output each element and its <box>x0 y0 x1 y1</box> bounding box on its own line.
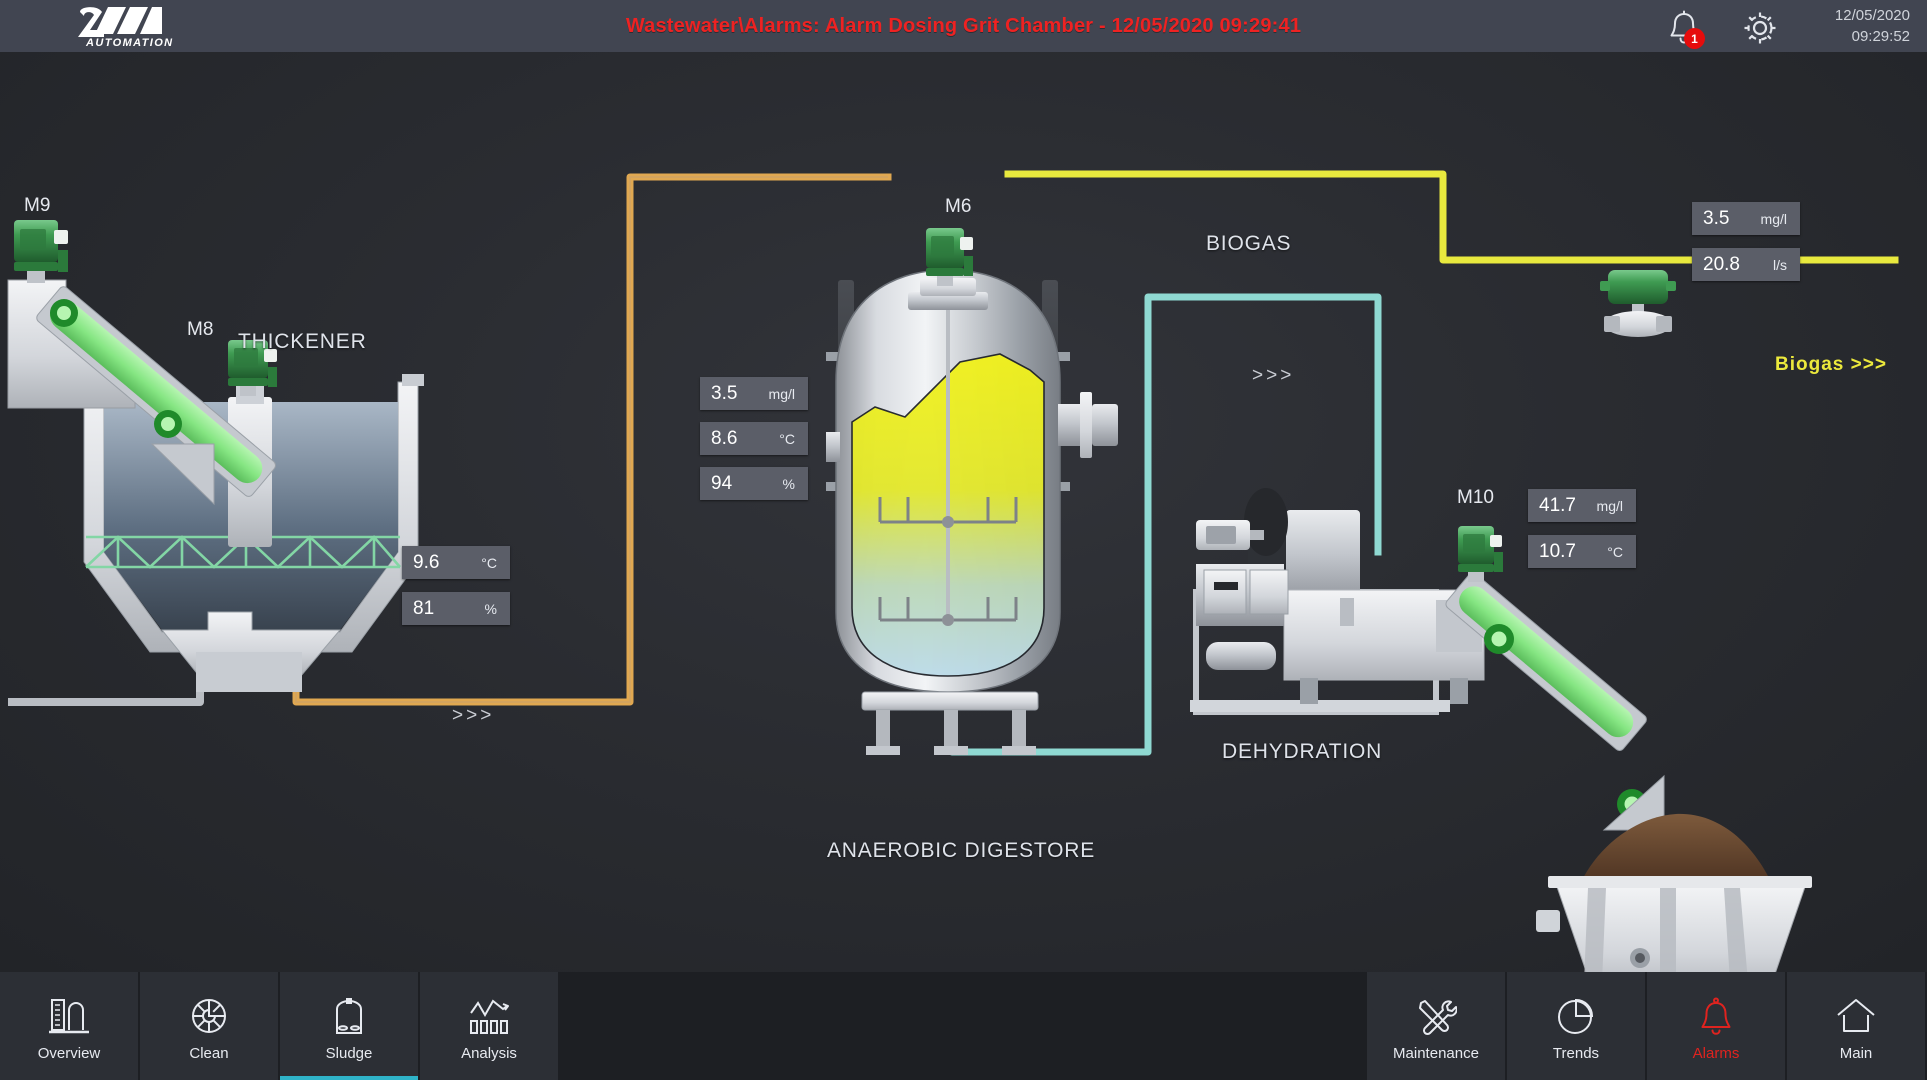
readout-unit: mg/l <box>768 385 795 402</box>
nav-label: Alarms <box>1692 1044 1740 1062</box>
readout-value: 8.6 <box>711 427 738 449</box>
nav-item-trends[interactable]: Trends <box>1507 972 1645 1080</box>
nav-right-group: Maintenance Trends Alarms Main <box>1367 972 1927 1080</box>
readout-value: 3.5 <box>1703 207 1730 229</box>
readout-biogas-flow[interactable]: 20.8 l/s <box>1692 248 1800 281</box>
nav-label: Clean <box>189 1044 229 1062</box>
flow-arrow-sludge: >>> <box>452 705 495 726</box>
digester-label: ANAEROBIC DIGESTORE <box>827 839 1096 862</box>
nav-item-overview[interactable]: Overview <box>0 972 138 1080</box>
top-bar: AUTOMATION Wastewater\Alarms: Alarm Dosi… <box>0 0 1927 52</box>
readout-value: 81 <box>413 597 435 619</box>
readout-value: 10.7 <box>1539 540 1576 562</box>
readout-unit: °C <box>481 554 497 571</box>
readout-unit: mg/l <box>1596 497 1623 514</box>
impeller-icon <box>188 991 230 1037</box>
biogas-outflow-label: Biogas >>> <box>1775 354 1887 375</box>
readout-digester-temperature[interactable]: 8.6 °C <box>700 422 808 455</box>
readout-digester-level[interactable]: 94 % <box>700 467 808 500</box>
pie-chart-icon <box>1555 991 1597 1037</box>
tank-gauge-icon <box>47 991 91 1037</box>
nav-spacer <box>560 972 1367 1080</box>
motor-label-m9: M9 <box>24 195 51 216</box>
readout-unit: °C <box>779 430 795 447</box>
readout-unit: mg/l <box>1760 210 1787 227</box>
motor-label-m10: M10 <box>1457 487 1494 508</box>
nav-label: Trends <box>1552 1044 1600 1062</box>
tools-icon <box>1415 991 1457 1037</box>
nav-label: Sludge <box>325 1044 373 1062</box>
readout-unit: l/s <box>1773 256 1787 273</box>
nav-item-maintenance[interactable]: Maintenance <box>1367 972 1505 1080</box>
nav-label: Analysis <box>461 1044 517 1062</box>
silo-icon <box>329 991 369 1037</box>
settings-gear-icon[interactable] <box>1740 8 1780 48</box>
thickener-label: THICKENER <box>238 330 367 353</box>
readout-biogas-concentration[interactable]: 3.5 mg/l <box>1692 202 1800 235</box>
nav-item-sludge[interactable]: Sludge <box>280 972 418 1080</box>
readout-value: 41.7 <box>1539 494 1576 516</box>
readout-digester-concentration[interactable]: 3.5 mg/l <box>700 377 808 410</box>
readout-value: 3.5 <box>711 382 738 404</box>
readout-unit: % <box>484 600 497 617</box>
motor-label-m8: M8 <box>187 319 214 340</box>
nav-label: Maintenance <box>1393 1044 1479 1062</box>
readout-unit: °C <box>1607 543 1623 560</box>
clock: 12/05/2020 09:29:52 <box>1800 5 1910 47</box>
nav-item-analysis[interactable]: Analysis <box>420 972 558 1080</box>
clock-date: 12/05/2020 <box>1834 7 1910 24</box>
readout-value: 9.6 <box>413 551 440 573</box>
nav-item-clean[interactable]: Clean <box>140 972 278 1080</box>
nav-label: Main <box>1839 1044 1873 1062</box>
readout-value: 20.8 <box>1703 253 1740 275</box>
home-icon <box>1834 991 1878 1037</box>
readout-thickener-temperature[interactable]: 9.6 °C <box>402 546 510 579</box>
readout-unit: % <box>782 475 795 492</box>
dehydration-label: DEHYDRATION <box>1222 740 1383 763</box>
readout-thickener-percent[interactable]: 81 % <box>402 592 510 625</box>
chart-bars-icon <box>467 991 511 1037</box>
nav-item-main[interactable]: Main <box>1787 972 1925 1080</box>
readout-dehydration-temperature[interactable]: 10.7 °C <box>1528 535 1636 568</box>
process-graphics <box>7 170 1899 972</box>
process-mimic-diagram: M9 M8 M6 M10 THICKENER ANAEROBIC DIGESTO… <box>0 52 1927 972</box>
motor-label-m6: M6 <box>945 196 972 217</box>
alarm-count-badge: 1 <box>1684 28 1705 49</box>
bell-icon <box>1696 991 1736 1037</box>
clock-time: 09:29:52 <box>1851 28 1910 45</box>
readout-dehydration-concentration[interactable]: 41.7 mg/l <box>1528 489 1636 522</box>
page-title: Wastewater\Alarms: Alarm Dosing Grit Cha… <box>625 14 1302 37</box>
biogas-label: BIOGAS <box>1206 232 1292 255</box>
readout-value: 94 <box>711 472 733 494</box>
bottom-navigation-bar: Overview Clean Sludge Analysis Maintenan… <box>0 972 1927 1080</box>
flow-arrow-digester-out: >>> <box>1252 365 1295 386</box>
nav-label: Overview <box>37 1044 101 1062</box>
nav-item-alarms[interactable]: Alarms <box>1647 972 1785 1080</box>
